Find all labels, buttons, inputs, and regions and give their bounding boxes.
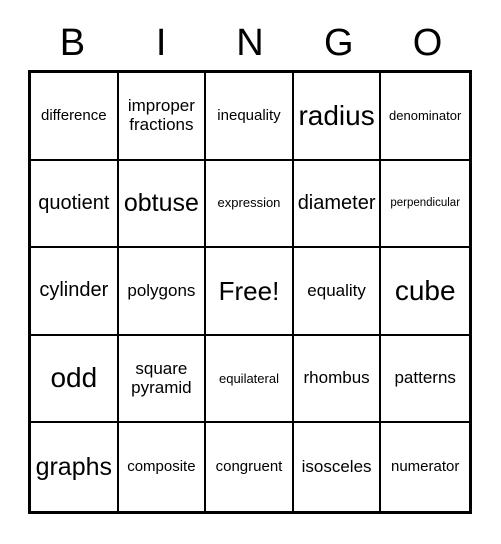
bingo-header-letter-b: B [59,22,86,64]
bingo-cell-g2[interactable]: diameter [293,160,382,249]
bingo-cell-label: improper fractions [127,96,195,134]
bingo-cell-n4[interactable]: equilateral [206,335,294,424]
bingo-cell-label: equality [307,280,366,300]
free-space-label: Free! [218,275,280,306]
bingo-cell-label: equilateral [218,370,279,386]
bingo-cell-label: rhombus [303,368,370,388]
bingo-cell-b1[interactable]: difference [31,73,119,161]
bingo-cell-label: denominator [389,107,462,123]
bingo-cell-o4[interactable]: patterns [381,336,469,424]
bingo-cell-i2[interactable]: obtuse [118,160,207,249]
bingo-cell-label: polygons [127,280,196,300]
bingo-cell-label: odd [50,362,98,394]
bingo-cell-b3[interactable]: cylinder [31,248,119,336]
bingo-cell-o2[interactable]: perpendicular [381,161,469,249]
bingo-cell-label: numerator [391,458,460,476]
bingo-header-letter-o: O [412,22,443,64]
bingo-cell-label: difference [40,106,107,124]
bingo-cell-g5[interactable]: isosceles [294,423,382,511]
bingo-cell-label: quotient [38,191,110,214]
bingo-cell-label: diameter [297,191,376,214]
bingo-header-letter-g: G [324,22,354,64]
bingo-cell-o1[interactable]: denominator [381,73,469,161]
bingo-header-row: B I N G O [28,16,472,70]
bingo-cell-n1[interactable]: inequality [206,73,294,161]
bingo-cell-label: cylinder [39,279,109,302]
bingo-cell-n5[interactable]: congruent [206,423,294,511]
bingo-cell-g1[interactable]: radius [293,73,382,161]
bingo-cell-label: isosceles [301,457,372,476]
bingo-cell-label: square pyramid [131,359,192,397]
bingo-cell-label: perpendicular [390,197,461,210]
bingo-cell-b5[interactable]: graphs [31,423,119,511]
bingo-cell-i3[interactable]: polygons [118,248,207,336]
bingo-cell-label: inequality [217,106,281,124]
bingo-grid: difference improper fractions inequality… [28,70,472,514]
bingo-cell-label: congruent [215,458,283,476]
bingo-cell-b2[interactable]: quotient [31,160,119,249]
bingo-cell-g3[interactable]: equality [293,248,382,336]
bingo-header-letter-i: I [155,22,167,64]
bingo-cell-label: graphs [35,452,113,481]
bingo-cell-i1[interactable]: improper fractions [118,73,207,161]
bingo-cell-label: expression [217,195,281,211]
bingo-cell-i5[interactable]: composite [119,423,207,511]
bingo-cell-label: cube [394,274,456,306]
bingo-cell-o5[interactable]: numerator [381,423,469,511]
bingo-cell-label: composite [127,458,196,476]
bingo-cell-o3[interactable]: cube [381,248,469,336]
bingo-cell-label: radius [298,99,375,131]
bingo-cell-g4[interactable]: rhombus [293,335,382,424]
bingo-card: B I N G O difference improper fractions … [0,0,501,544]
bingo-cell-i4[interactable]: square pyramid [118,335,207,424]
bingo-header-letter-n: N [236,22,264,64]
bingo-cell-b4[interactable]: odd [31,335,119,424]
bingo-cell-label: patterns [394,368,456,388]
bingo-cell-n2[interactable]: expression [206,160,294,249]
bingo-cell-label: obtuse [123,188,199,217]
bingo-cell-free-space[interactable]: Free! [206,248,294,336]
